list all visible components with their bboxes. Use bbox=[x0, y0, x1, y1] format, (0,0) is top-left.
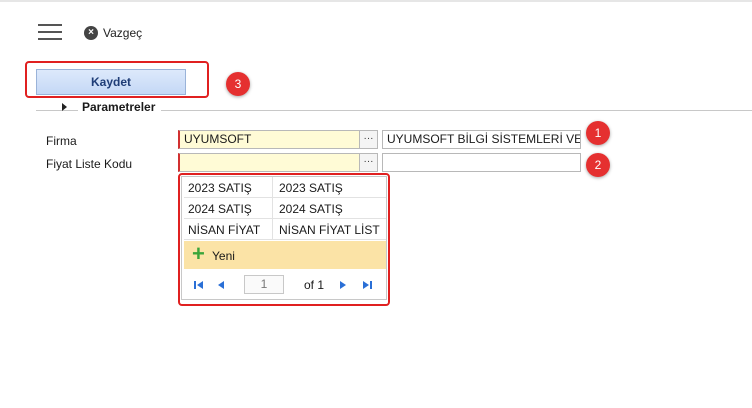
annotation-badge-3: 3 bbox=[226, 72, 250, 96]
form-content: Kaydet 3 Parametreler Firma UYUMSOFT ···… bbox=[0, 52, 752, 408]
firma-lookup-button[interactable]: ··· bbox=[359, 130, 378, 149]
annotation-badge-2: 2 bbox=[586, 153, 610, 177]
dropdown-highlight-box bbox=[178, 173, 390, 306]
expand-arrow-icon[interactable] bbox=[62, 103, 67, 111]
close-circle-icon: × bbox=[84, 26, 98, 40]
firma-label: Firma bbox=[46, 134, 77, 148]
cancel-label: Vazgeç bbox=[103, 26, 143, 40]
fiyat-liste-lookup-button[interactable]: ··· bbox=[359, 153, 378, 172]
section-header: Parametreler bbox=[36, 100, 752, 114]
top-toolbar: × Vazgeç bbox=[0, 0, 752, 52]
hamburger-icon[interactable] bbox=[38, 24, 62, 40]
firma-name-input[interactable]: UYUMSOFT BİLGİ SİSTEMLERİ VE T bbox=[382, 130, 581, 149]
firma-code-input[interactable]: UYUMSOFT bbox=[178, 130, 360, 149]
fiyat-liste-name-input[interactable] bbox=[382, 153, 581, 172]
annotation-badge-1: 1 bbox=[586, 121, 610, 145]
save-highlight-box bbox=[25, 61, 209, 98]
fiyat-liste-code-input[interactable] bbox=[178, 153, 360, 172]
cancel-button[interactable]: × Vazgeç bbox=[84, 24, 142, 42]
section-title: Parametreler bbox=[78, 100, 162, 114]
fiyat-liste-label: Fiyat Liste Kodu bbox=[46, 157, 133, 171]
